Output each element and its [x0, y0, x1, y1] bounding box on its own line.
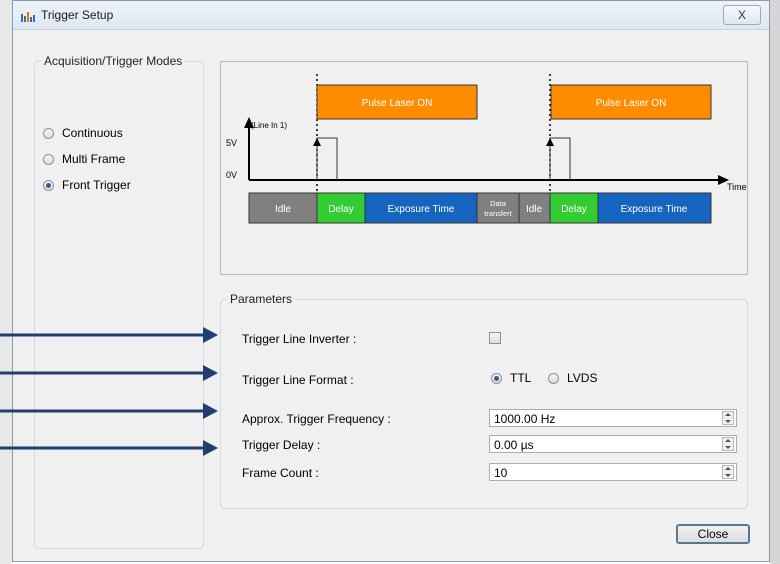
mode-label-continuous: Continuous	[62, 126, 123, 140]
trigger-frequency-label: Approx. Trigger Frequency :	[242, 412, 391, 426]
timing-diagram-svg: Pulse Laser ON Pulse Laser ON 5V (Line I…	[226, 74, 747, 224]
title-bar[interactable]: Trigger Setup X	[13, 1, 769, 30]
voltage-5v-label: 5V	[226, 138, 237, 148]
trigger-delay-value: 0.00 µs	[494, 438, 534, 452]
radio-checked-icon[interactable]	[491, 372, 502, 384]
trigger-frequency-value: 1000.00 Hz	[494, 412, 556, 426]
format-label-ttl: TTL	[510, 371, 532, 385]
mode-label-multi-frame: Multi Frame	[62, 152, 126, 166]
trigger-line-format-label: Trigger Line Format :	[242, 373, 354, 387]
pulse-laser-label-1: Pulse Laser ON	[362, 98, 433, 109]
window-close-button[interactable]: X	[723, 5, 761, 25]
trigger-delay-spinbox[interactable]: 0.00 µs	[489, 435, 737, 453]
timeline-idle-label-1: Idle	[275, 204, 292, 215]
trigger-line-inverter-checkbox[interactable]	[489, 332, 501, 344]
frame-count-spinbox[interactable]: 10	[489, 463, 737, 481]
parameters-group-title: Parameters	[227, 292, 296, 306]
modes-group-title: Acquisition/Trigger Modes	[41, 54, 186, 68]
radio-icon[interactable]	[548, 372, 559, 384]
background-strip-right	[770, 0, 780, 564]
timing-diagram: Pulse Laser ON Pulse Laser ON 5V (Line I…	[220, 61, 748, 275]
timeline-delay-label-1: Delay	[328, 204, 354, 215]
radio-icon[interactable]	[43, 127, 54, 139]
voltage-0v-label: 0V	[226, 170, 237, 180]
timeline-transfer-label: transfert	[484, 209, 512, 218]
pulse-laser-label-2: Pulse Laser ON	[596, 98, 667, 109]
format-label-lvds: LVDS	[567, 371, 598, 385]
close-button[interactable]: Close	[676, 524, 750, 544]
frame-count-value: 10	[494, 466, 508, 480]
time-axis-label: Time	[727, 182, 747, 192]
frame-count-label: Frame Count :	[242, 466, 319, 480]
timeline-exposure-label-1: Exposure Time	[388, 204, 455, 215]
mode-option-continuous[interactable]: Continuous	[43, 126, 123, 140]
format-option-lvds[interactable]: LVDS	[548, 371, 597, 385]
spin-arrows-icon[interactable]	[722, 411, 734, 425]
trigger-delay-label: Trigger Delay :	[242, 438, 321, 452]
timeline-data-transfer	[476, 192, 520, 224]
trigger-frequency-spinbox[interactable]: 1000.00 Hz	[489, 409, 737, 427]
mode-label-front-trigger: Front Trigger	[62, 178, 131, 192]
line-in-label: (Line In 1)	[251, 121, 287, 130]
spin-arrows-icon[interactable]	[722, 465, 734, 479]
trigger-line-inverter-label: Trigger Line Inverter :	[242, 332, 357, 346]
app-icon	[21, 12, 35, 22]
timeline-data-label: Data	[490, 199, 507, 208]
window-title: Trigger Setup	[41, 8, 114, 22]
trigger-pulse-arrow-2	[546, 138, 554, 146]
format-option-ttl[interactable]: TTL	[491, 371, 531, 385]
radio-checked-icon[interactable]	[43, 179, 54, 191]
mode-option-multi-frame[interactable]: Multi Frame	[43, 152, 125, 166]
trigger-setup-window: Trigger Setup X Acquisition/Trigger Mode…	[12, 0, 770, 562]
spin-arrows-icon[interactable]	[722, 437, 734, 451]
background-strip-left	[0, 0, 12, 564]
mode-option-front-trigger[interactable]: Front Trigger	[43, 178, 131, 192]
timeline-delay-label-2: Delay	[561, 204, 587, 215]
radio-icon[interactable]	[43, 153, 54, 165]
timeline-exposure-label-2: Exposure Time	[621, 204, 688, 215]
timeline-idle-label-2: Idle	[526, 204, 543, 215]
trigger-pulse-arrow-1	[313, 138, 321, 146]
close-icon: X	[737, 8, 746, 22]
